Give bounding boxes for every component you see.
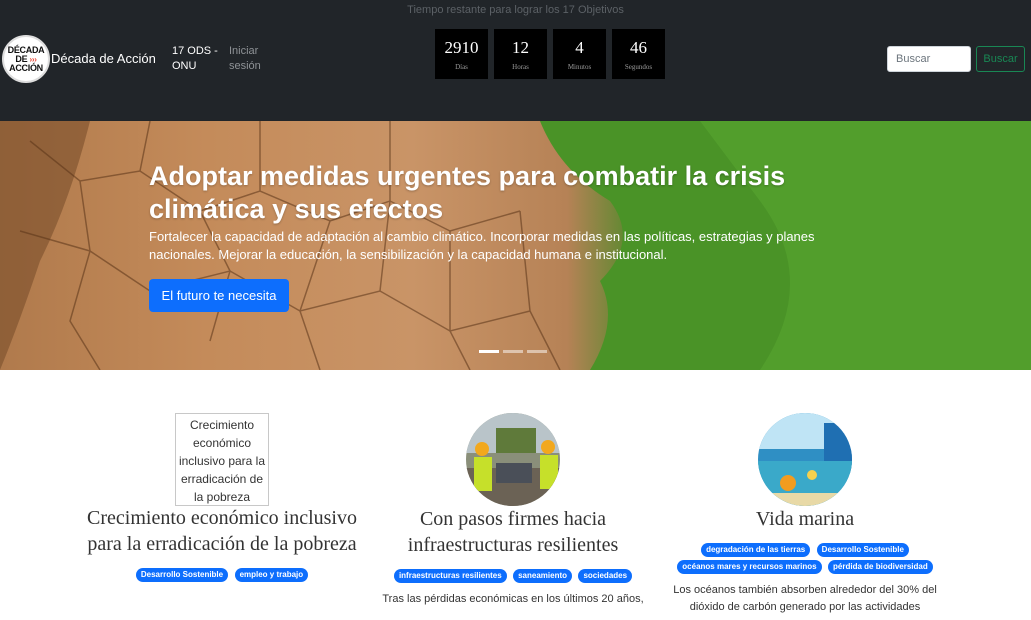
countdown-seconds: 46 Segundos: [612, 29, 665, 79]
countdown-hours-label: Horas: [512, 63, 529, 71]
nav-link-17-ods[interactable]: 17 ODS - ONU: [172, 44, 222, 74]
article-2-excerpt: Tras las pérdidas económicas en los últi…: [382, 593, 644, 605]
tag-badge[interactable]: Desarrollo Sostenible: [816, 543, 909, 557]
countdown-days: 2910 Días: [435, 29, 488, 79]
article-3-excerpt: Los océanos también absorben alrededor d…: [673, 584, 937, 613]
search-button[interactable]: Buscar: [976, 46, 1025, 72]
countdown-hours: 12 Horas: [494, 29, 547, 79]
brand-name[interactable]: Década de Acción: [51, 51, 156, 66]
logo-line-3: ACCIÓN: [9, 62, 43, 73]
tag-badge[interactable]: Desarrollo Sostenible: [135, 568, 229, 582]
article-card-3: Vida marina degradación de las tierras D…: [664, 413, 946, 616]
article-2-title[interactable]: Con pasos firmes hacia infraestructuras …: [373, 506, 653, 558]
article-3-image[interactable]: [758, 413, 852, 506]
tag-badge[interactable]: océanos mares y recursos marinos: [677, 560, 822, 574]
countdown-seconds-value: 46: [630, 38, 647, 57]
countdown-days-label: Días: [455, 63, 468, 71]
top-navbar: Tiempo restante para lograr los 17 Objet…: [0, 0, 1031, 121]
article-1-title[interactable]: Crecimiento económico inclusivo para la …: [81, 505, 363, 557]
tag-badge[interactable]: sociedades: [578, 569, 633, 583]
decada-de-accion-logo[interactable]: DÉCADA DE ››› ACCIÓN: [2, 35, 50, 83]
marine-life-image: [758, 413, 852, 506]
tag-badge[interactable]: infraestructuras resilientes: [393, 569, 507, 583]
hero-carousel: Adoptar medidas urgentes para combatir l…: [0, 121, 1031, 370]
countdown-caption: Tiempo restante para lograr los 17 Objet…: [407, 4, 624, 16]
tag-badge[interactable]: degradación de las tierras: [701, 543, 811, 557]
article-2-image[interactable]: [466, 413, 560, 506]
countdown-hours-value: 12: [512, 38, 529, 57]
tag-badge[interactable]: saneamiento: [513, 569, 573, 583]
tag-badge[interactable]: empleo y trabajo: [234, 568, 309, 582]
article-3-title[interactable]: Vida marina: [664, 506, 946, 532]
carousel-indicator-1[interactable]: [479, 350, 499, 353]
workers-photo-image: [466, 413, 560, 506]
article-card-1: Crecimiento económico inclusivo para la …: [81, 413, 363, 582]
countdown-seconds-label: Segundos: [624, 63, 653, 71]
countdown-days-value: 2910: [444, 38, 479, 57]
countdown-minutes-label: Minutos: [567, 63, 592, 71]
carousel-indicator-3[interactable]: [527, 350, 547, 353]
search-input[interactable]: [887, 46, 971, 72]
article-2-tags: infraestructuras resilientes saneamiento…: [373, 566, 653, 583]
hero-cta-button[interactable]: El futuro te necesita: [149, 279, 289, 312]
nav-link-login-label: Iniciar sesión: [229, 45, 261, 72]
nav-link-17-ods-label: 17 ODS - ONU: [172, 45, 218, 72]
countdown-minutes: 4 Minutos: [553, 29, 606, 79]
tag-badge[interactable]: pérdida de biodiversidad: [828, 560, 933, 574]
countdown-minutes-value: 4: [575, 38, 584, 57]
hero-description: Fortalecer la capacidad de adaptación al…: [149, 229, 815, 262]
article-card-2: Con pasos firmes hacia infraestructuras …: [373, 413, 653, 608]
article-1-tags: Desarrollo Sostenible empleo y trabajo: [81, 565, 363, 582]
nav-link-login[interactable]: Iniciar sesión: [229, 44, 265, 74]
article-3-tags: degradación de las tierras Desarrollo So…: [664, 540, 946, 574]
carousel-indicator-2[interactable]: [503, 350, 523, 353]
hero-title: Adoptar medidas urgentes para combatir l…: [149, 161, 786, 224]
article-1-image-broken[interactable]: Crecimiento económico inclusivo para la …: [175, 413, 269, 506]
